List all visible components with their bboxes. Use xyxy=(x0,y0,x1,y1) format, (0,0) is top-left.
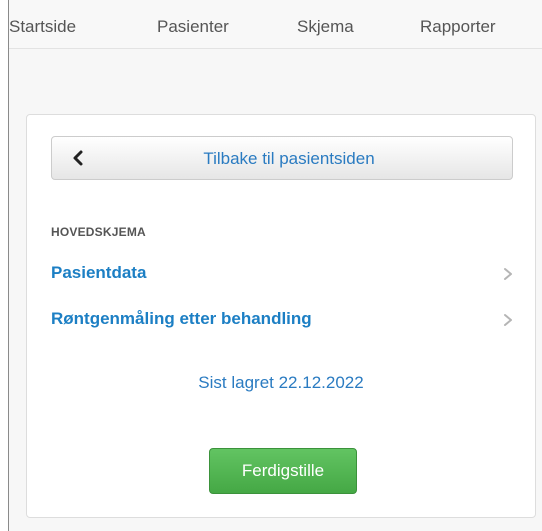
chevron-right-icon xyxy=(504,268,512,280)
menu-item-label: Pasientdata xyxy=(51,263,147,282)
nav-rapporter[interactable]: Rapporter xyxy=(420,17,496,37)
nav-pasienter[interactable]: Pasienter xyxy=(157,17,229,37)
form-panel: Tilbake til pasientsiden HOVEDSKJEMA Pas… xyxy=(26,114,536,518)
back-button-label: Tilbake til pasientsiden xyxy=(203,149,375,168)
menu-item-label: Røntgenmåling etter behandling xyxy=(51,309,312,328)
chevron-right-icon xyxy=(504,314,512,326)
nav-startside[interactable]: Startside xyxy=(9,17,76,37)
menu-item-pasientdata[interactable]: Pasientdata xyxy=(51,263,513,287)
finish-button[interactable]: Ferdigstille xyxy=(209,448,357,494)
top-navigation: Startside Pasienter Skjema Rapporter xyxy=(9,0,542,49)
last-saved-text: Sist lagret 22.12.2022 xyxy=(198,373,364,392)
section-title: HOVEDSKJEMA xyxy=(51,225,146,239)
menu-item-rontgenmaling[interactable]: Røntgenmåling etter behandling xyxy=(51,309,513,333)
nav-skjema[interactable]: Skjema xyxy=(297,17,354,37)
back-to-patient-button[interactable]: Tilbake til pasientsiden xyxy=(51,136,513,180)
